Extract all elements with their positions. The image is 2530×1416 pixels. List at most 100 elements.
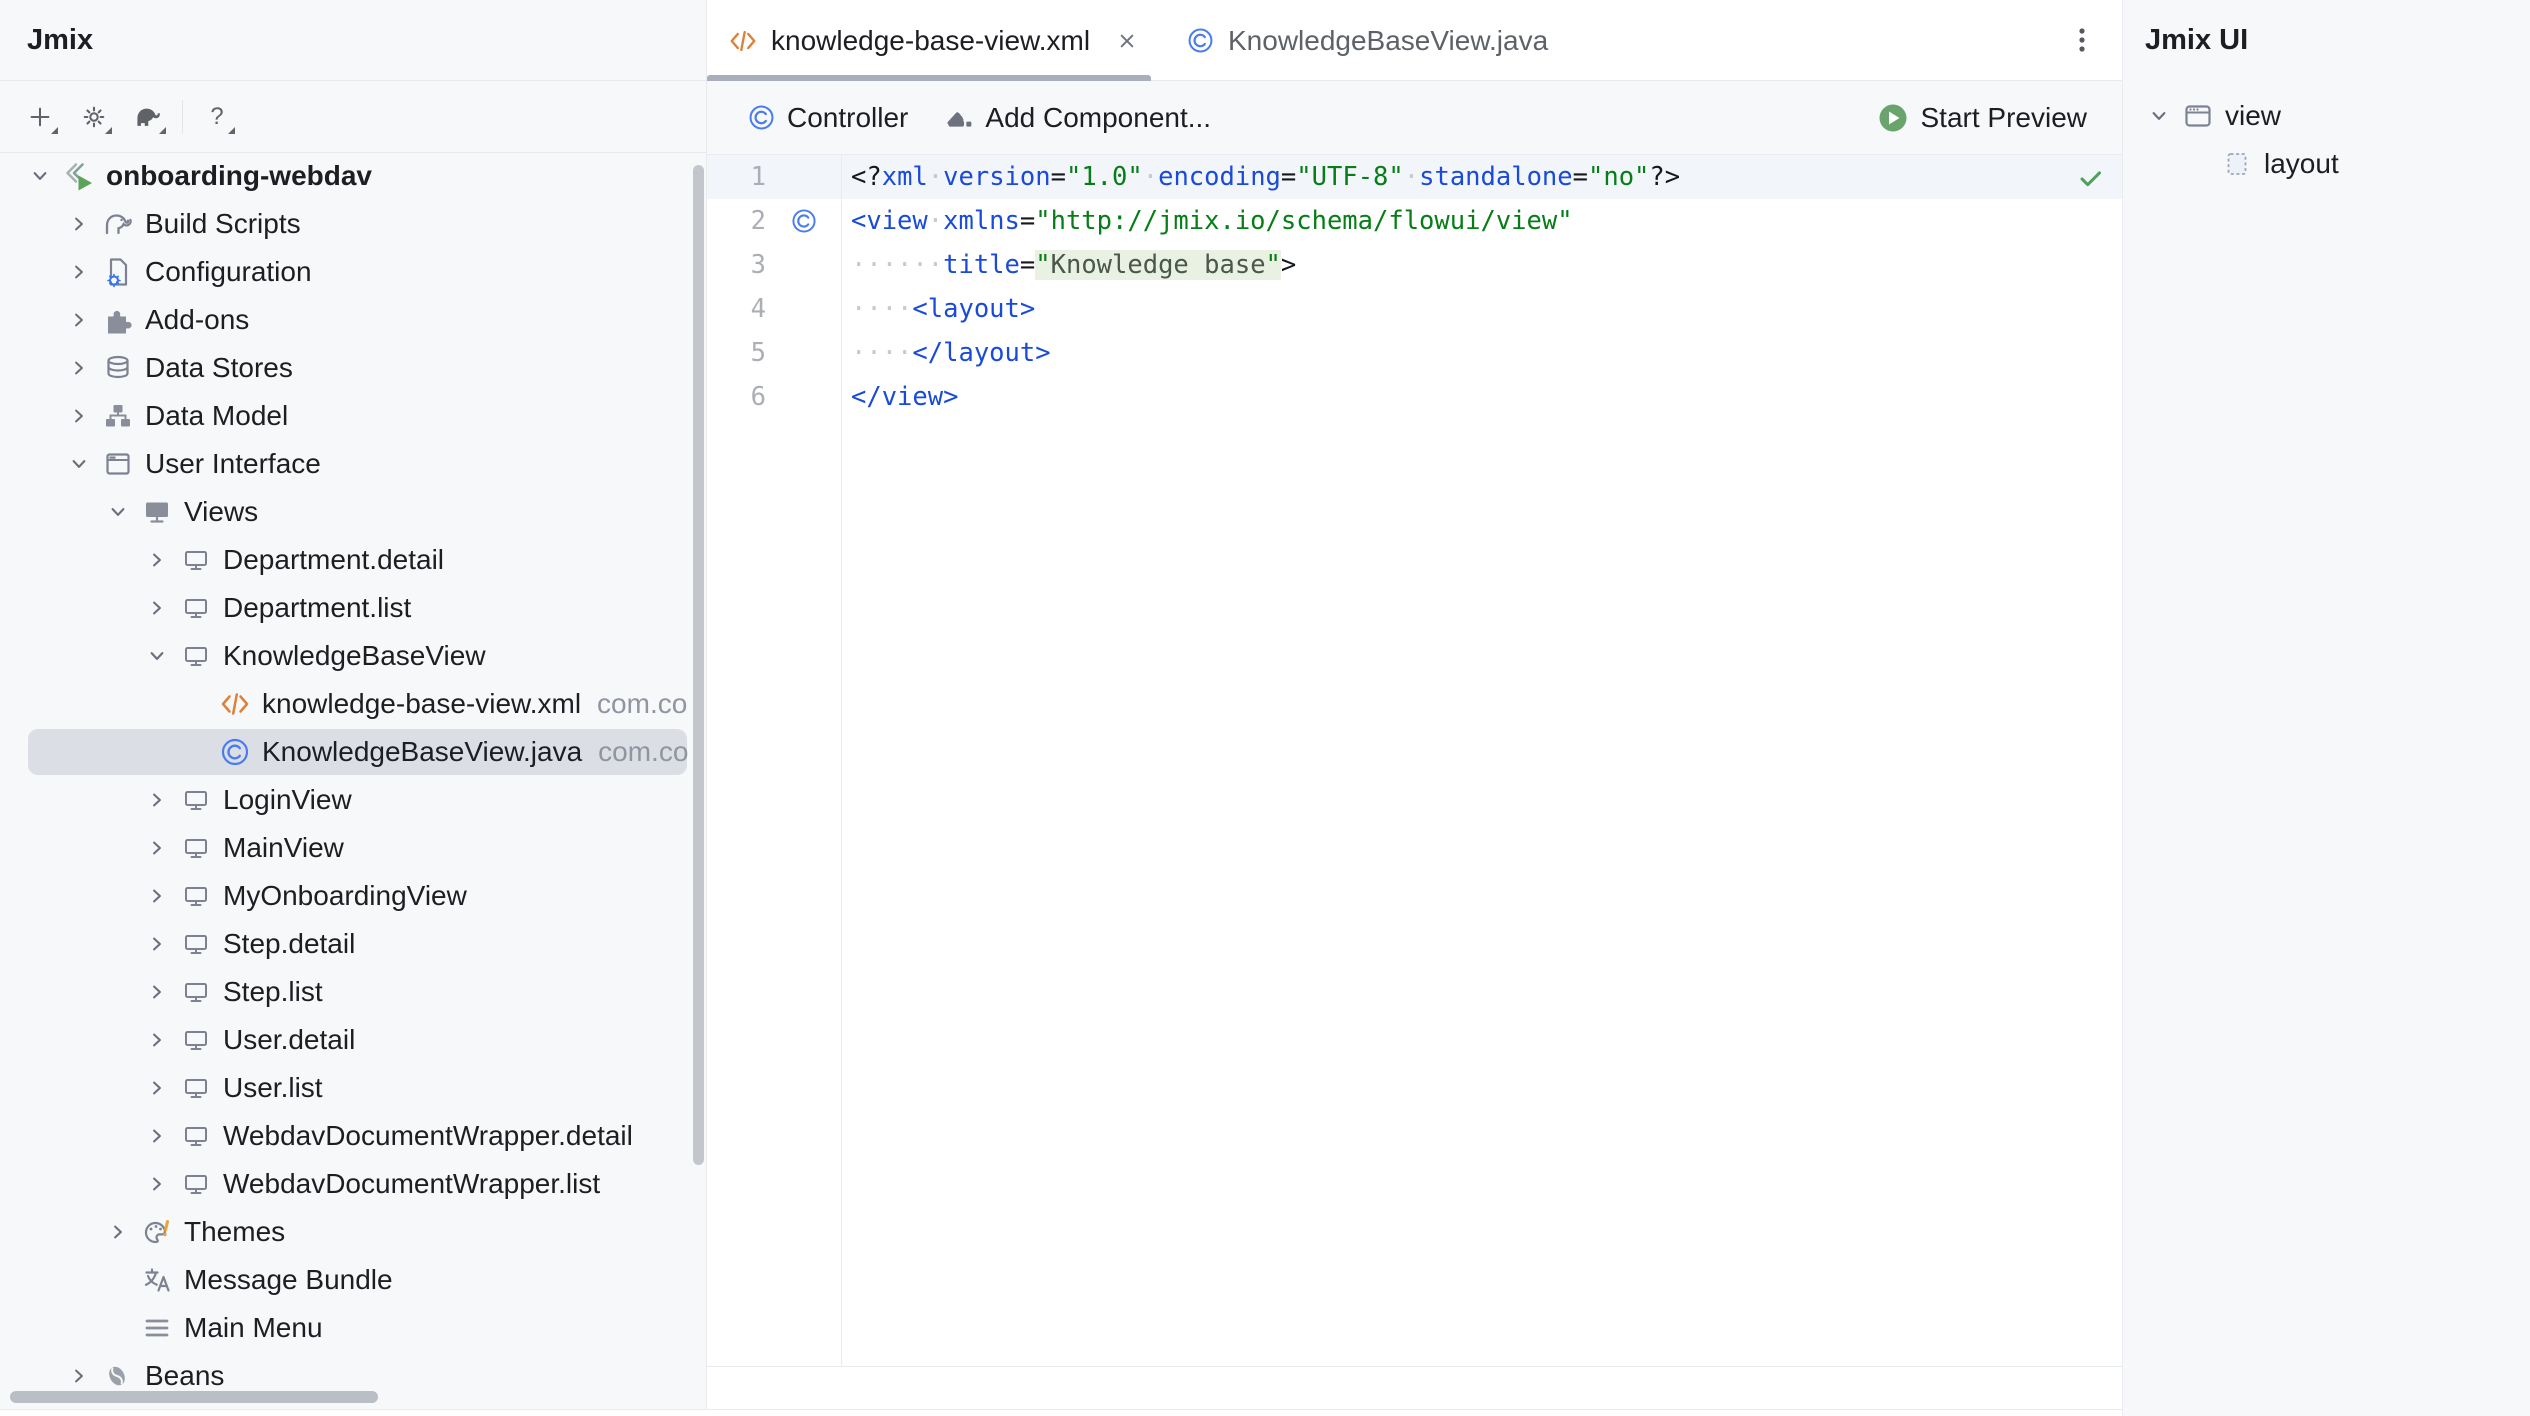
tree-chevron[interactable]: [67, 447, 95, 481]
tree-item-user-interface[interactable]: User Interface: [0, 440, 706, 488]
tree-chevron[interactable]: [145, 1167, 173, 1201]
code-line-5[interactable]: 5····</layout>: [707, 331, 2122, 375]
go-to-controller-icon: [789, 206, 819, 236]
start-preview-button[interactable]: Start Preview: [1876, 81, 2088, 155]
tree-item-user-detail[interactable]: User.detail: [0, 1016, 706, 1064]
tree-chevron[interactable]: [145, 1071, 173, 1105]
tree-item-knowledge-base-view-xml[interactable]: knowledge-base-view.xmlcom.co: [0, 680, 706, 728]
tree-item-themes[interactable]: Themes: [0, 1208, 706, 1256]
add-button[interactable]: [20, 97, 60, 137]
gutter-cell: [766, 331, 841, 375]
tree-chevron[interactable]: [145, 543, 173, 577]
tree-item-myonboardingview[interactable]: MyOnboardingView: [0, 872, 706, 920]
tree-item-onboarding-webdav[interactable]: onboarding-webdav: [0, 152, 706, 200]
tree-chevron[interactable]: [145, 783, 173, 817]
tree-item-label: MainView: [223, 832, 344, 864]
tree-chevron: [184, 687, 212, 721]
tree-item-knowledgebaseview-java[interactable]: KnowledgeBaseView.javacom.co: [0, 728, 706, 776]
code-line-4[interactable]: 4····<layout>: [707, 287, 2122, 331]
settings-button[interactable]: [74, 97, 114, 137]
code-text: <?xml·version="1.0"·encoding="UTF-8"·sta…: [851, 162, 1680, 192]
gradle-button[interactable]: [128, 97, 168, 137]
monitor-outline-icon: [179, 543, 213, 577]
tree-item-configuration[interactable]: Configuration: [0, 248, 706, 296]
tree-horizontal-scrollbar[interactable]: [10, 1391, 378, 1403]
controller-button[interactable]: Controller: [746, 102, 908, 134]
tree-item-webdavdocumentwrapper-detail[interactable]: WebdavDocumentWrapper.detail: [0, 1112, 706, 1160]
tree-item-step-detail[interactable]: Step.detail: [0, 920, 706, 968]
code-line-6[interactable]: 6</view>: [707, 375, 2122, 419]
tree-chevron[interactable]: [106, 495, 134, 529]
gutter-cell: [766, 155, 841, 199]
close-icon[interactable]: [1112, 26, 1142, 56]
tree-chevron[interactable]: [145, 879, 173, 913]
tree-chevron[interactable]: [67, 399, 95, 433]
tree-chevron[interactable]: [67, 1359, 95, 1393]
tree-chevron[interactable]: [67, 207, 95, 241]
dropdown-arrow-icon: [51, 127, 58, 134]
chevron-right-icon: [143, 1170, 171, 1198]
tab-knowledgebaseview-java[interactable]: KnowledgeBaseView.java: [1151, 0, 1548, 81]
chevron-right-icon: [143, 1122, 171, 1150]
layout-dashed-icon: [2220, 147, 2254, 181]
tree-item-data-stores[interactable]: Data Stores: [0, 344, 706, 392]
chevron-right-icon: [104, 1218, 132, 1246]
tree-item-label: User.detail: [223, 1024, 355, 1056]
tree-item-views[interactable]: Views: [0, 488, 706, 536]
code-line-1[interactable]: 1<?xml·version="1.0"·encoding="UTF-8"·st…: [707, 155, 2122, 199]
tree-item-user-list[interactable]: User.list: [0, 1064, 706, 1112]
tree-item-mainview[interactable]: MainView: [0, 824, 706, 872]
chevron-right-icon: [143, 930, 171, 958]
tree-item-label: Data Stores: [145, 352, 293, 384]
tree-item-step-list[interactable]: Step.list: [0, 968, 706, 1016]
tree-item-label: onboarding-webdav: [106, 160, 372, 192]
tree-chevron[interactable]: [145, 831, 173, 865]
tree-item-webdavdocumentwrapper-list[interactable]: WebdavDocumentWrapper.list: [0, 1160, 706, 1208]
tree-chevron[interactable]: [67, 255, 95, 289]
code-line-2[interactable]: 2<view·xmlns="http://jmix.io/schema/flow…: [707, 199, 2122, 243]
tree-item-label: KnowledgeBaseView.java: [262, 736, 582, 768]
dropdown-arrow-icon: [159, 127, 166, 134]
gutter-cell[interactable]: [766, 199, 841, 243]
chevron-right-icon: [65, 258, 93, 286]
tree-chevron[interactable]: [145, 1119, 173, 1153]
add-component-button[interactable]: Add Component...: [944, 102, 1211, 134]
tree-chevron[interactable]: [67, 303, 95, 337]
tree-item-add-ons[interactable]: Add-ons: [0, 296, 706, 344]
tree-item-label: knowledge-base-view.xml: [262, 688, 581, 720]
tab-knowledge-base-view-xml[interactable]: knowledge-base-view.xml: [707, 0, 1151, 81]
monitor-outline-icon: [179, 1071, 213, 1105]
xml-icon: [218, 687, 252, 721]
code-text: </view>: [851, 382, 958, 412]
tree-chevron[interactable]: [145, 639, 173, 673]
chevron-right-icon: [143, 1026, 171, 1054]
tree-chevron[interactable]: [2147, 99, 2175, 133]
tree-item-message-bundle[interactable]: Message Bundle: [0, 1256, 706, 1304]
code-line-3[interactable]: 3······title="Knowledge base">: [707, 243, 2122, 287]
monitor-outline-icon: [179, 639, 213, 673]
tree-item-view[interactable]: view: [2123, 92, 2530, 140]
panel-title: Jmix UI: [2145, 0, 2248, 80]
tree-vertical-scrollbar[interactable]: [693, 165, 704, 1165]
tree-item-build-scripts[interactable]: Build Scripts: [0, 200, 706, 248]
tree-chevron[interactable]: [67, 351, 95, 385]
tree-chevron[interactable]: [145, 927, 173, 961]
tree-item-knowledgebaseview[interactable]: KnowledgeBaseView: [0, 632, 706, 680]
tree-item-label: Beans: [145, 1360, 224, 1392]
jmix-project-icon: [62, 159, 96, 193]
tree-chevron[interactable]: [145, 591, 173, 625]
kebab-menu-icon[interactable]: [2065, 23, 2099, 57]
inspections-ok-check-icon[interactable]: [2075, 163, 2107, 195]
tree-item-data-model[interactable]: Data Model: [0, 392, 706, 440]
tree-chevron[interactable]: [145, 975, 173, 1009]
tree-item-layout[interactable]: layout: [2123, 140, 2530, 188]
tree-item-loginview[interactable]: LoginView: [0, 776, 706, 824]
tree-chevron[interactable]: [28, 159, 56, 193]
tree-chevron[interactable]: [145, 1023, 173, 1057]
tree-item-main-menu[interactable]: Main Menu: [0, 1304, 706, 1352]
tree-item-department-list[interactable]: Department.list: [0, 584, 706, 632]
help-button[interactable]: ?: [197, 97, 237, 137]
code-editor[interactable]: 1<?xml·version="1.0"·encoding="UTF-8"·st…: [707, 155, 2122, 1366]
tree-chevron[interactable]: [106, 1215, 134, 1249]
tree-item-department-detail[interactable]: Department.detail: [0, 536, 706, 584]
